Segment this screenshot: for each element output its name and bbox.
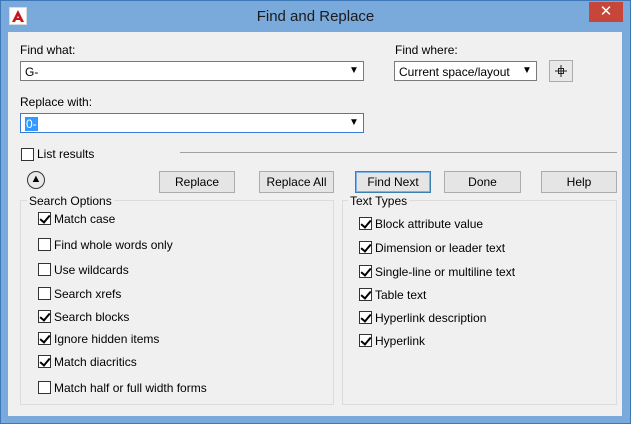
find-where-label: Find where: — [395, 43, 458, 57]
replace-with-value: 0- — [25, 117, 38, 131]
search-options-title: Search Options — [27, 194, 114, 208]
ignore-hidden-checkbox[interactable] — [38, 332, 51, 345]
wildcards-checkbox[interactable] — [38, 263, 51, 276]
replace-all-button[interactable]: Replace All — [259, 171, 334, 193]
dimension-leader-label: Dimension or leader text — [375, 241, 506, 255]
replace-with-combo[interactable]: 0- ▼ — [20, 113, 364, 133]
search-xrefs-checkbox[interactable] — [38, 287, 51, 300]
help-button[interactable]: Help — [541, 171, 617, 193]
whole-words-label: Find whole words only — [54, 238, 173, 252]
chevron-down-icon[interactable]: ▼ — [521, 64, 533, 78]
find-next-button[interactable]: Find Next — [355, 171, 431, 193]
close-button[interactable]: ✕ — [589, 2, 623, 22]
list-results-label: List results — [37, 147, 95, 161]
find-where-combo[interactable]: Current space/layout ▼ — [394, 61, 537, 81]
title-bar[interactable]: Find and Replace ✕ — [1, 1, 630, 32]
single-multiline-label: Single-line or multiline text — [375, 265, 516, 279]
dialog-body: Find what: G- ▼ Find where: Current spac… — [8, 32, 622, 416]
chevron-down-icon[interactable]: ▼ — [348, 64, 360, 78]
wildcards-label: Use wildcards — [54, 263, 129, 277]
text-types-title: Text Types — [348, 194, 410, 208]
search-blocks-checkbox[interactable] — [38, 310, 51, 323]
find-what-value: G- — [25, 65, 39, 79]
match-diacritics-checkbox[interactable] — [38, 355, 51, 368]
match-diacritics-label: Match diacritics — [54, 355, 137, 369]
match-case-label: Match case — [54, 212, 116, 226]
replace-with-label: Replace with: — [20, 95, 93, 109]
find-where-value: Current space/layout — [399, 65, 510, 79]
hyperlink-label: Hyperlink — [375, 334, 426, 348]
select-objects-icon — [555, 65, 567, 77]
window-title: Find and Replace — [256, 8, 375, 25]
select-objects-button[interactable] — [549, 60, 573, 82]
divider — [180, 152, 617, 153]
block-attribute-label: Block attribute value — [375, 217, 484, 231]
list-results-checkbox[interactable] — [21, 148, 34, 161]
find-replace-dialog: Find and Replace ✕ Find what: G- ▼ Find … — [0, 0, 631, 424]
collapse-up-icon[interactable]: ▲ — [27, 171, 45, 189]
half-full-width-checkbox[interactable] — [38, 381, 51, 394]
half-full-width-label: Match half or full width forms — [54, 381, 207, 395]
hyperlink-description-checkbox[interactable] — [359, 311, 372, 324]
search-xrefs-label: Search xrefs — [54, 287, 122, 301]
find-what-combo[interactable]: G- ▼ — [20, 61, 364, 81]
hyperlink-checkbox[interactable] — [359, 334, 372, 347]
search-options-group — [20, 200, 334, 405]
chevron-down-icon[interactable]: ▼ — [348, 116, 360, 130]
ignore-hidden-label: Ignore hidden items — [54, 332, 160, 346]
hyperlink-description-label: Hyperlink description — [375, 311, 487, 325]
table-text-label: Table text — [375, 288, 427, 302]
block-attribute-checkbox[interactable] — [359, 217, 372, 230]
table-text-checkbox[interactable] — [359, 288, 372, 301]
replace-button[interactable]: Replace — [159, 171, 235, 193]
search-blocks-label: Search blocks — [54, 310, 130, 324]
single-multiline-checkbox[interactable] — [359, 265, 372, 278]
dimension-leader-checkbox[interactable] — [359, 241, 372, 254]
whole-words-checkbox[interactable] — [38, 238, 51, 251]
find-what-label: Find what: — [20, 43, 76, 57]
match-case-checkbox[interactable] — [38, 212, 51, 225]
done-button[interactable]: Done — [444, 171, 521, 193]
